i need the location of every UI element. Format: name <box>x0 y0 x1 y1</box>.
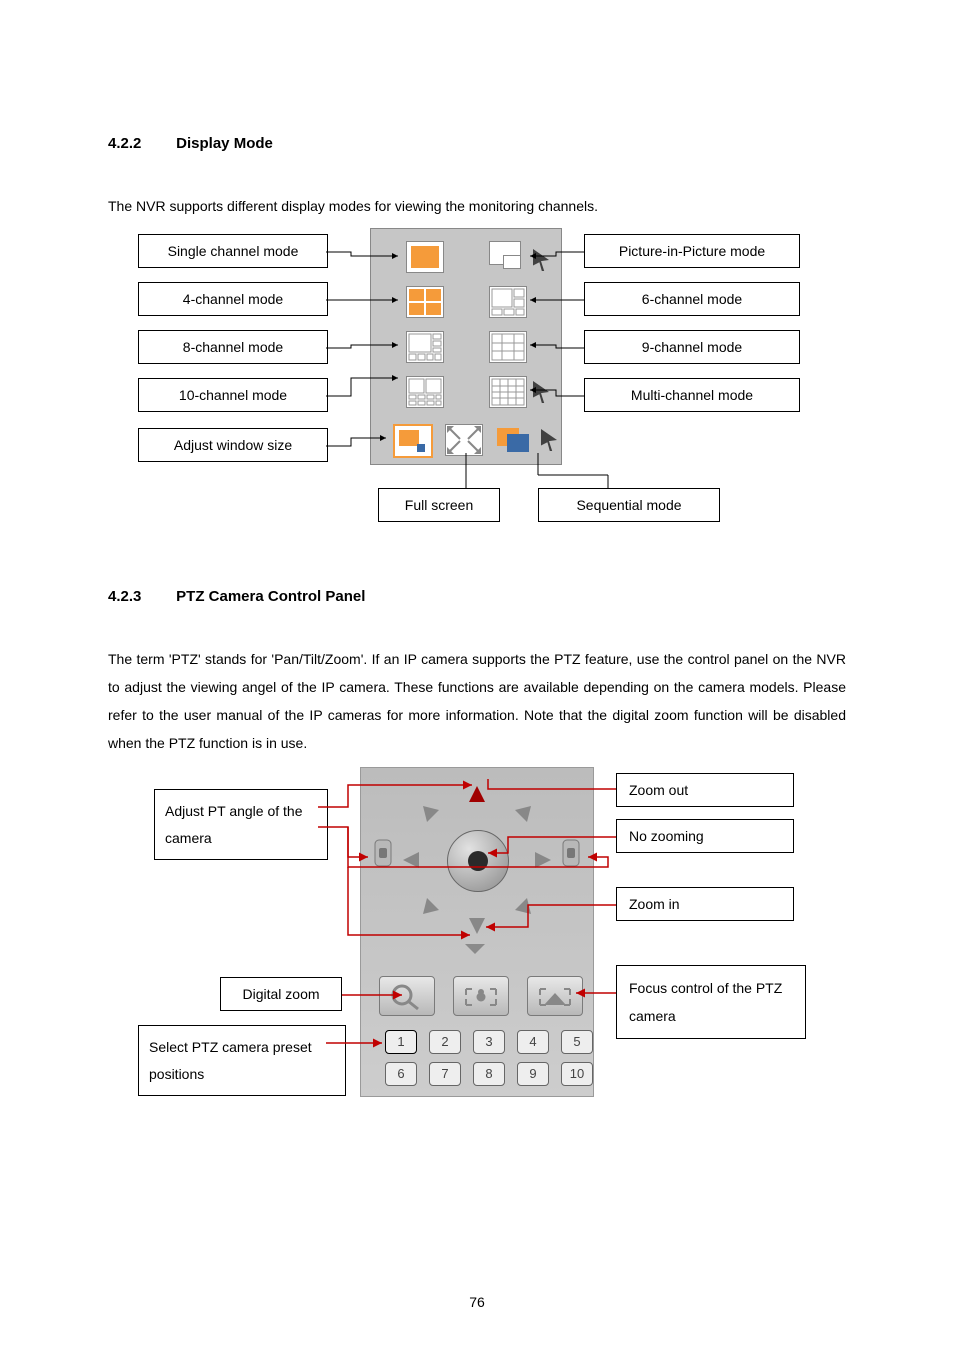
select-preset-label: Select PTZ camera preset positions <box>138 1025 346 1096</box>
eight-channel-icon[interactable] <box>406 331 444 363</box>
heading-title-2: PTZ Camera Control Panel <box>176 588 365 605</box>
single-channel-icon[interactable] <box>406 241 444 273</box>
zoom-out-label: Zoom out <box>616 773 794 807</box>
heading-number-2: 4.2.3 <box>108 588 172 605</box>
preset-button[interactable]: 8 <box>473 1062 505 1086</box>
nine-channel-icon[interactable] <box>489 331 527 363</box>
display-mode-diagram: Single channel mode 4-channel mode 8-cha… <box>108 228 846 548</box>
nine-channel-label: 9-channel mode <box>584 330 800 364</box>
preset-row-2: 6 7 8 9 10 <box>385 1062 593 1086</box>
ten-channel-label: 10-channel mode <box>138 378 328 412</box>
ptz-dpad[interactable] <box>399 782 555 938</box>
zoom-out-button[interactable] <box>373 828 393 878</box>
full-screen-label: Full screen <box>378 488 500 522</box>
preset-button[interactable]: 1 <box>385 1030 417 1054</box>
four-channel-label: 4-channel mode <box>138 282 328 316</box>
preset-button[interactable]: 2 <box>429 1030 461 1054</box>
preset-button[interactable]: 10 <box>561 1062 593 1086</box>
heading-title: Display Mode <box>176 135 273 152</box>
next-pip-icon[interactable] <box>533 249 549 271</box>
preset-button[interactable]: 5 <box>561 1030 593 1054</box>
adjust-window-label: Adjust window size <box>138 428 328 462</box>
six-channel-icon[interactable] <box>489 286 527 318</box>
focus-near-button[interactable] <box>453 976 509 1016</box>
digital-zoom-label: Digital zoom <box>220 977 342 1011</box>
multi-channel-icon[interactable] <box>489 376 527 408</box>
ptz-control-panel: 1 2 3 4 5 6 7 8 9 10 <box>360 767 594 1097</box>
ptz-home-icon[interactable] <box>447 830 509 892</box>
focus-far-button[interactable] <box>527 976 583 1016</box>
ptz-diagram: 1 2 3 4 5 6 7 8 9 10 Adjust PT angle of … <box>108 767 846 1117</box>
preset-button[interactable]: 9 <box>517 1062 549 1086</box>
eight-channel-label: 8-channel mode <box>138 330 328 364</box>
adjust-window-icon[interactable] <box>393 424 433 458</box>
full-screen-icon[interactable] <box>445 424 483 456</box>
multi-channel-label: Multi-channel mode <box>584 378 800 412</box>
next-sequential-icon[interactable] <box>541 429 557 451</box>
page-number: 76 <box>0 1294 954 1310</box>
preset-button[interactable]: 7 <box>429 1062 461 1086</box>
single-channel-label: Single channel mode <box>138 234 328 268</box>
zoom-in-button[interactable] <box>561 828 581 878</box>
preset-button[interactable]: 6 <box>385 1062 417 1086</box>
zoom-in-label: Zoom in <box>616 887 794 921</box>
six-channel-label: 6-channel mode <box>584 282 800 316</box>
section-intro-422: The NVR supports different display modes… <box>108 192 846 220</box>
preset-button[interactable]: 4 <box>517 1030 549 1054</box>
section-para-423: The term 'PTZ' stands for 'Pan/Tilt/Zoom… <box>108 645 846 757</box>
section-heading-422: 4.2.2 Display Mode <box>108 135 846 152</box>
pip-label: Picture-in-Picture mode <box>584 234 800 268</box>
next-multi-icon[interactable] <box>533 381 549 403</box>
sequential-icon[interactable] <box>497 424 543 454</box>
heading-number: 4.2.2 <box>108 135 172 152</box>
section-heading-423: 4.2.3 PTZ Camera Control Panel <box>108 588 846 605</box>
preset-row-1: 1 2 3 4 5 <box>385 1030 593 1054</box>
ten-channel-icon[interactable] <box>406 376 444 408</box>
four-channel-icon[interactable] <box>406 286 444 318</box>
display-mode-toolbar <box>370 228 562 465</box>
sequential-label: Sequential mode <box>538 488 720 522</box>
focus-label: Focus control of the PTZ camera <box>616 965 806 1039</box>
preset-button[interactable]: 3 <box>473 1030 505 1054</box>
pip-icon-group[interactable] <box>489 241 525 271</box>
chevron-down-icon[interactable] <box>465 944 485 954</box>
no-zoom-label: No zooming <box>616 819 794 853</box>
digital-zoom-button[interactable] <box>379 976 435 1016</box>
adjust-pt-label: Adjust PT angle of the camera <box>154 789 328 860</box>
